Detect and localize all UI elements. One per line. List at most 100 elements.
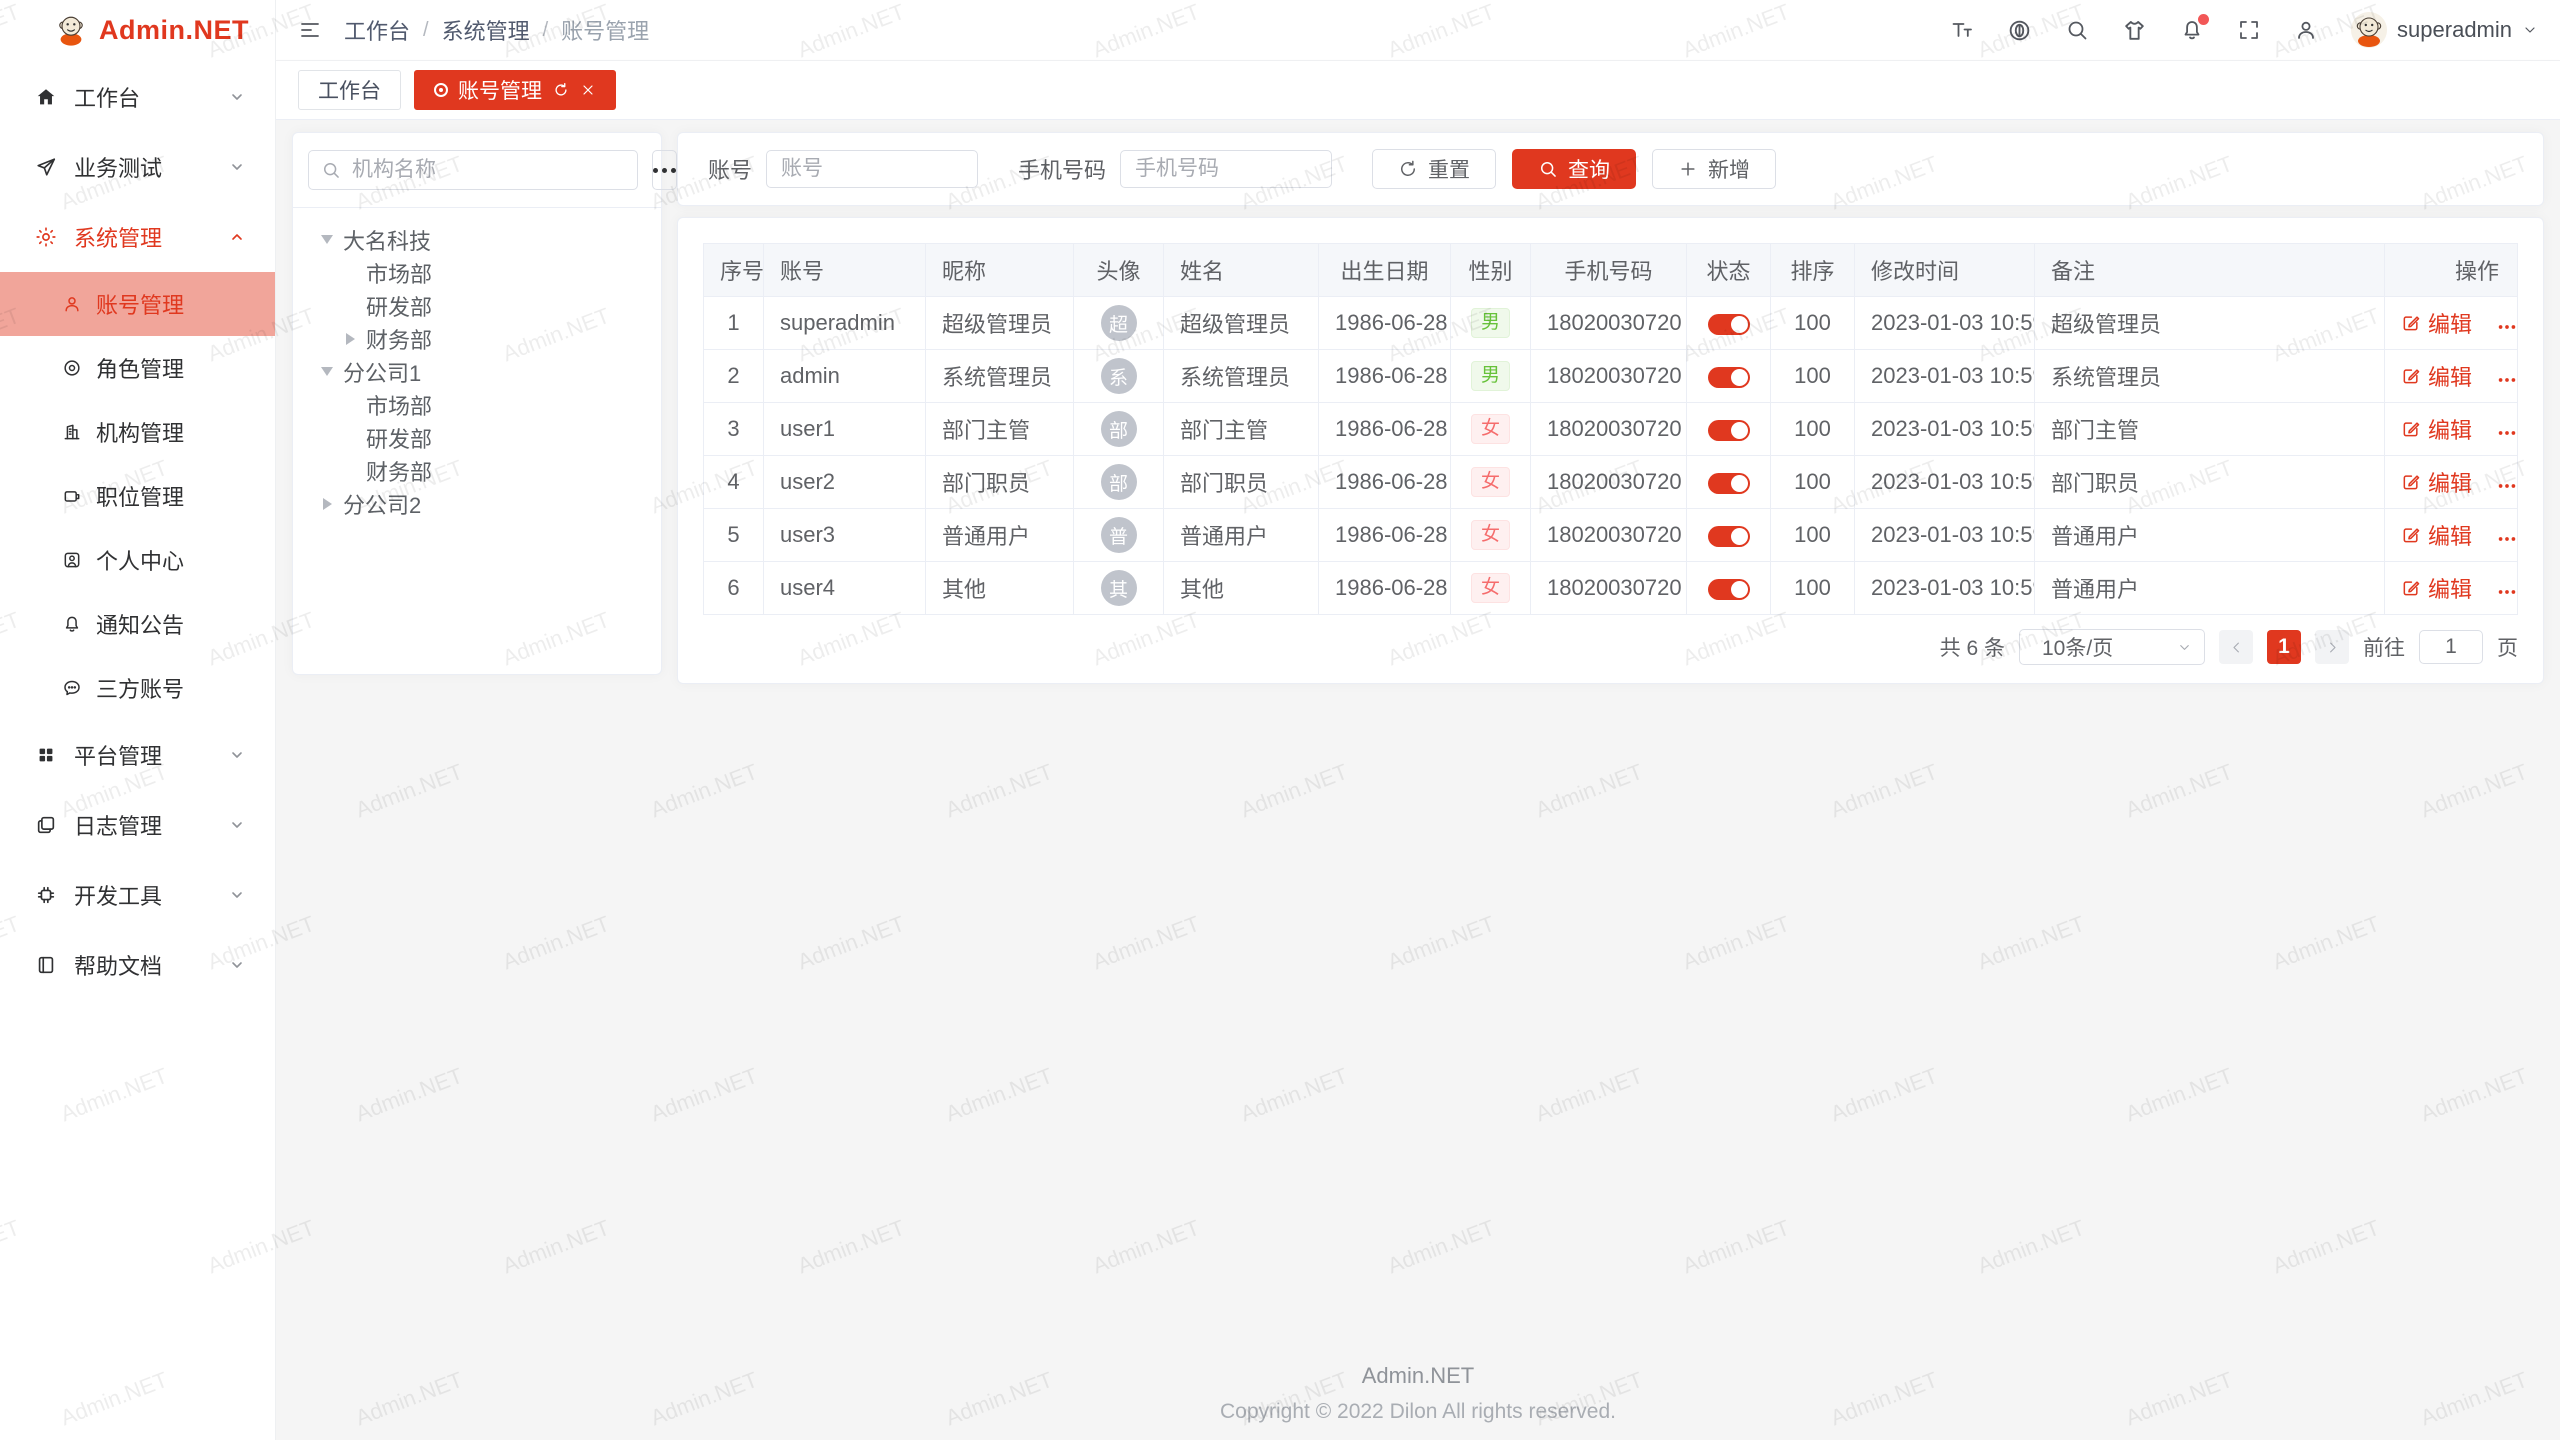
status-toggle[interactable]: [1708, 526, 1750, 547]
gender-badge: 女: [1471, 467, 1510, 497]
cell-account: superadmin: [764, 297, 926, 350]
org-search-input[interactable]: [350, 157, 625, 183]
more-button[interactable]: [2496, 369, 2517, 391]
sidebar-item-profile-center[interactable]: 个人中心: [0, 528, 275, 592]
theme-icon[interactable]: [2122, 18, 2147, 43]
ellipsis-icon: [2496, 369, 2517, 391]
goto-page-input[interactable]: [2419, 630, 2483, 664]
font-size-icon[interactable]: [1950, 18, 1974, 42]
cell-nickname: 超级管理员: [926, 297, 1074, 350]
sidebar-item-help-docs[interactable]: 帮助文档: [0, 930, 275, 1000]
cell-phone: 18020030720: [1531, 456, 1687, 509]
tree-node-dept[interactable]: 市场部: [319, 256, 661, 289]
grid-icon: [35, 744, 57, 766]
message-user-icon[interactable]: [2294, 18, 2318, 42]
more-button[interactable]: [2496, 475, 2517, 497]
sidebar-item-position-management[interactable]: 职位管理: [0, 464, 275, 528]
edit-button[interactable]: 编辑: [2401, 572, 2472, 604]
sidebar-item-org-management[interactable]: 机构管理: [0, 400, 275, 464]
edit-icon: [2401, 419, 2421, 439]
caret-down-icon[interactable]: [321, 235, 333, 244]
account-filter-input[interactable]: [766, 150, 978, 188]
tags-view-bar: 工作台 账号管理: [276, 61, 2560, 120]
breadcrumb-workbench[interactable]: 工作台: [344, 14, 410, 46]
more-button[interactable]: [2496, 581, 2517, 603]
cell-name: 部门职员: [1164, 456, 1319, 509]
notification-bell-icon[interactable]: [2180, 18, 2204, 42]
edit-button[interactable]: 编辑: [2401, 466, 2472, 498]
sidebar-item-platform-management[interactable]: 平台管理: [0, 720, 275, 790]
sidebar-item-label: 日志管理: [74, 809, 162, 841]
notification-badge: [2198, 14, 2209, 25]
goto-unit: 页: [2497, 632, 2518, 662]
system-management-submenu: 账号管理 角色管理 机构管理 职位管理 个人中心: [0, 272, 275, 720]
col-remark: 备注: [2035, 244, 2385, 297]
org-more-button[interactable]: [652, 150, 677, 190]
phone-filter-input[interactable]: [1120, 150, 1332, 188]
tree-node-dept[interactable]: 研发部: [319, 421, 661, 454]
add-button[interactable]: 新增: [1652, 149, 1776, 189]
sidebar-item-system-management[interactable]: 系统管理: [0, 202, 275, 272]
col-birthdate: 出生日期: [1319, 244, 1451, 297]
cell-account: user2: [764, 456, 926, 509]
caret-right-icon[interactable]: [323, 498, 332, 510]
tree-node-company[interactable]: 大名科技: [319, 223, 661, 256]
edit-button[interactable]: 编辑: [2401, 360, 2472, 392]
next-page-button[interactable]: [2315, 630, 2349, 664]
refresh-icon[interactable]: [552, 81, 570, 99]
tree-node-branch1[interactable]: 分公司1: [319, 355, 661, 388]
tree-node-branch2[interactable]: 分公司2: [319, 487, 661, 520]
status-toggle[interactable]: [1708, 420, 1750, 441]
sidebar-item-label: 帮助文档: [74, 949, 162, 981]
tab-account-management[interactable]: 账号管理: [414, 70, 616, 110]
edit-button[interactable]: 编辑: [2401, 307, 2472, 339]
cell-name: 普通用户: [1164, 509, 1319, 562]
sidebar-item-account-management[interactable]: 账号管理: [0, 272, 275, 336]
close-icon[interactable]: [580, 82, 596, 98]
fullscreen-icon[interactable]: [2237, 18, 2261, 42]
tab-workbench[interactable]: 工作台: [298, 70, 401, 110]
status-toggle[interactable]: [1708, 579, 1750, 600]
breadcrumb-system-management[interactable]: 系统管理: [442, 14, 530, 46]
collapse-menu-icon[interactable]: [298, 18, 322, 42]
tree-node-dept[interactable]: 研发部: [319, 289, 661, 322]
language-icon[interactable]: [2007, 18, 2032, 43]
edit-button[interactable]: 编辑: [2401, 413, 2472, 445]
search-icon[interactable]: [2065, 18, 2089, 42]
caret-down-icon[interactable]: [321, 367, 333, 376]
caret-right-icon[interactable]: [346, 333, 355, 345]
sidebar-item-label: 三方账号: [96, 672, 184, 704]
sidebar-item-business-test[interactable]: 业务测试: [0, 132, 275, 202]
prev-page-button[interactable]: [2219, 630, 2253, 664]
more-button[interactable]: [2496, 316, 2517, 338]
page-size-select[interactable]: 10条/页: [2019, 629, 2205, 665]
page-number-button[interactable]: 1: [2267, 630, 2301, 664]
query-button[interactable]: 查询: [1512, 149, 1636, 189]
tree-node-dept[interactable]: 市场部: [319, 388, 661, 421]
sidebar-item-notice[interactable]: 通知公告: [0, 592, 275, 656]
sidebar-item-workbench[interactable]: 工作台: [0, 62, 275, 132]
reset-button[interactable]: 重置: [1372, 149, 1496, 189]
sidebar-item-log-management[interactable]: 日志管理: [0, 790, 275, 860]
edit-button[interactable]: 编辑: [2401, 519, 2472, 551]
table-row: 6 user4 其他 其 其他 1986-06-28 女 18020030720…: [704, 562, 2518, 615]
app-logo[interactable]: Admin.NET: [0, 0, 275, 60]
breadcrumb: 工作台 / 系统管理 / 账号管理: [344, 14, 649, 46]
more-button[interactable]: [2496, 422, 2517, 444]
status-toggle[interactable]: [1708, 367, 1750, 388]
sidebar-item-role-management[interactable]: 角色管理: [0, 336, 275, 400]
edit-icon: [2401, 366, 2421, 386]
search-icon: [1538, 159, 1558, 179]
topbar: 工作台 / 系统管理 / 账号管理: [276, 0, 2560, 61]
more-button[interactable]: [2496, 528, 2517, 550]
tree-node-dept[interactable]: 财务部: [319, 454, 661, 487]
edit-icon: [2401, 578, 2421, 598]
sidebar-item-third-party-account[interactable]: 三方账号: [0, 656, 275, 720]
tree-node-dept[interactable]: 财务部: [319, 322, 661, 355]
edit-icon: [2401, 525, 2421, 545]
status-toggle[interactable]: [1708, 473, 1750, 494]
cell-modified-time: 2023-01-03 10:59:44: [1855, 509, 2035, 562]
status-toggle[interactable]: [1708, 314, 1750, 335]
sidebar-item-dev-tools[interactable]: 开发工具: [0, 860, 275, 930]
user-menu[interactable]: superadmin: [2351, 12, 2538, 48]
